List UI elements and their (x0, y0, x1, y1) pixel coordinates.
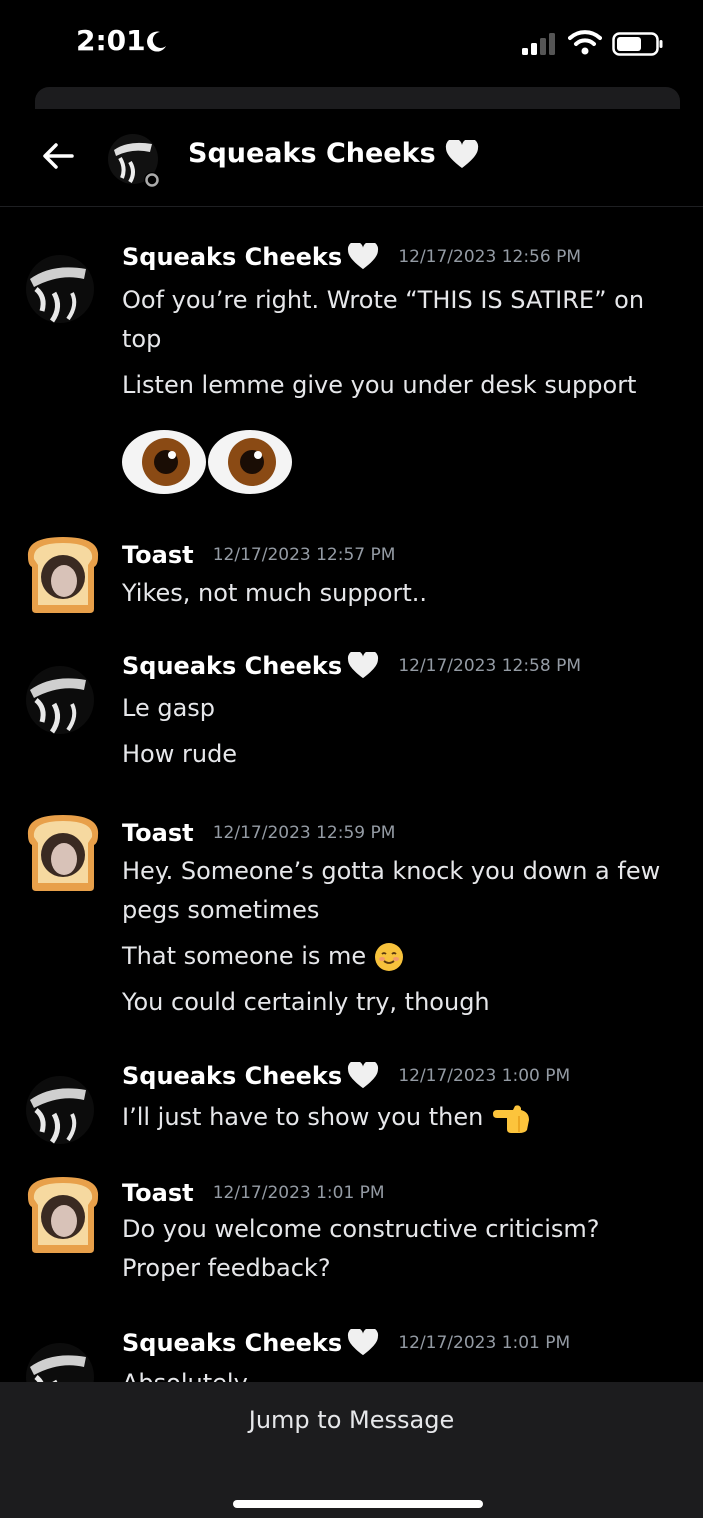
squeaks-avatar[interactable] (22, 660, 104, 742)
message-timestamp: 12/17/2023 12:58 PM (398, 656, 582, 676)
message-text: Yikes, not much support.. (122, 579, 428, 607)
channel-header: Squeaks Cheeks (0, 108, 703, 207)
smiling-blush-emoji (374, 943, 403, 971)
message-text: top (122, 325, 162, 353)
message-meta: Squeaks Cheeks 12/17/2023 12:56 PM (122, 243, 581, 271)
message-meta: Squeaks Cheeks 12/17/2023 12:58 PM (122, 652, 581, 680)
message-text: I’ll just have to show you then (122, 1103, 484, 1131)
message-text: How rude (122, 740, 238, 768)
message-timestamp: 12/17/2023 1:01 PM (398, 1333, 571, 1353)
author-name[interactable]: Toast (122, 1179, 194, 1207)
toast-avatar[interactable] (22, 1173, 104, 1255)
message-meta: Squeaks Cheeks 12/17/2023 1:01 PM (122, 1329, 570, 1357)
home-indicator[interactable] (233, 1500, 483, 1508)
white-heart-icon (348, 652, 379, 679)
white-heart-icon (445, 139, 479, 168)
bottom-action-bar: Jump to Message (0, 1382, 703, 1518)
squeaks-avatar[interactable] (22, 1337, 104, 1382)
message-timestamp: 12/17/2023 12:56 PM (398, 247, 582, 267)
message-text: Hey. Someone’s gotta knock you down a fe… (122, 857, 661, 885)
status-bar: 2:01 (0, 0, 703, 90)
author-name[interactable]: Squeaks Cheeks (122, 1329, 342, 1357)
message-meta: Squeaks Cheeks 12/17/2023 1:00 PM (122, 1062, 570, 1090)
message-line: I’ll just have to show you then (122, 1102, 531, 1134)
channel-title: Squeaks Cheeks (188, 138, 479, 170)
message-timestamp: 12/17/2023 1:01 PM (212, 1183, 385, 1203)
white-heart-icon (348, 243, 379, 270)
toast-avatar[interactable] (22, 533, 104, 615)
squeaks-avatar[interactable] (22, 1070, 104, 1152)
cellular-signal-icon (522, 33, 555, 55)
message-text: Le gasp (122, 694, 216, 722)
author-name[interactable]: Squeaks Cheeks (122, 243, 342, 271)
message-text: Absolutely (122, 1369, 248, 1382)
jump-to-message-button[interactable]: Jump to Message (0, 1406, 703, 1434)
squeaks-avatar[interactable] (22, 249, 104, 331)
message-timestamp: 12/17/2023 1:00 PM (398, 1066, 571, 1086)
author-name[interactable]: Toast (122, 541, 194, 569)
moon-icon (147, 31, 166, 52)
toast-avatar[interactable] (22, 811, 104, 893)
author-name[interactable]: Squeaks Cheeks (122, 1062, 342, 1090)
message-timestamp: 12/17/2023 12:59 PM (212, 823, 396, 843)
message-meta: Toast 12/17/2023 12:57 PM (122, 541, 395, 569)
message-list[interactable]: Squeaks Cheeks 12/17/2023 12:56 PM Oof y… (0, 207, 703, 1382)
author-name[interactable]: Toast (122, 819, 194, 847)
status-time: 2:01 (76, 24, 146, 57)
message-text: That someone is me (122, 942, 367, 970)
eyes-emoji (122, 430, 292, 494)
wifi-icon (568, 30, 602, 55)
message-text: You could certainly try, though (122, 988, 490, 1016)
message-text: Oof you’re right. Wrote “THIS IS SATIRE”… (122, 286, 645, 314)
back-arrow-icon[interactable] (38, 136, 78, 176)
pointing-left-emoji (492, 1105, 529, 1133)
white-heart-icon (348, 1329, 379, 1356)
message-text: Proper feedback? (122, 1254, 331, 1282)
message-text: Listen lemme give you under desk support (122, 371, 637, 399)
channel-title-text: Squeaks Cheeks (188, 138, 436, 169)
sheet-handle-area (35, 87, 680, 109)
message-timestamp: 12/17/2023 12:57 PM (212, 545, 396, 565)
message-meta: Toast 12/17/2023 1:01 PM (122, 1179, 385, 1207)
message-text: pegs sometimes (122, 896, 320, 924)
message-text: Do you welcome constructive criticism? (122, 1215, 600, 1243)
white-heart-icon (348, 1062, 379, 1089)
message-meta: Toast 12/17/2023 12:59 PM (122, 819, 395, 847)
battery-icon (612, 32, 663, 56)
header-avatar[interactable] (106, 132, 164, 190)
author-name[interactable]: Squeaks Cheeks (122, 652, 342, 680)
message-line: That someone is me (122, 942, 404, 972)
